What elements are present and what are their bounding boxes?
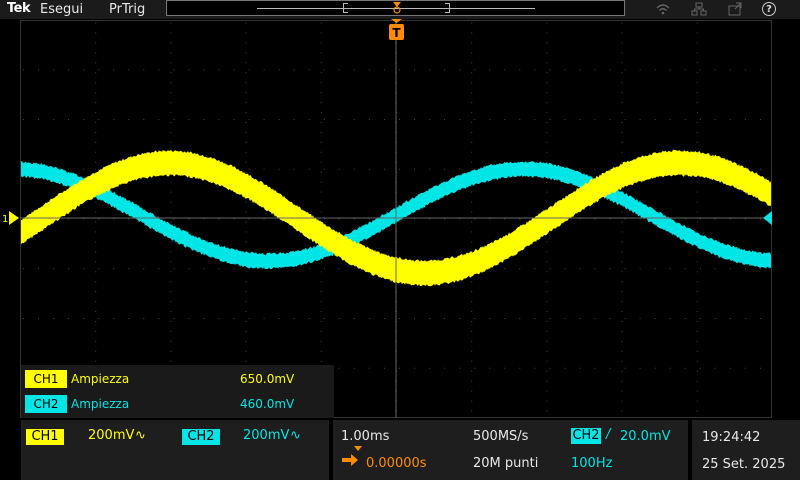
measurement-name: Ampiezza bbox=[71, 372, 130, 386]
measurement-value: 460.0mV bbox=[240, 397, 295, 411]
delay-marker-icon bbox=[354, 446, 362, 451]
horizontal-trigger-panel[interactable]: 1.00ms 0.00000s 500MS/s 20M punti CH2 / … bbox=[333, 420, 688, 480]
record-length: 20M punti bbox=[473, 456, 539, 471]
clock-date: 25 Set. 2025 bbox=[702, 457, 786, 472]
clock-panel: 19:24:42 25 Set. 2025 bbox=[692, 420, 800, 480]
ch1-ground-marker bbox=[9, 211, 19, 225]
ch1-scale: 200mV bbox=[88, 428, 135, 443]
measurement-value: 650.0mV bbox=[240, 372, 295, 386]
timebase-scale[interactable]: 1.00ms bbox=[341, 429, 389, 444]
trigger-marker-label: T bbox=[392, 26, 401, 40]
ch2-scale: 200mV bbox=[243, 428, 290, 443]
horizontal-position-arrow-icon bbox=[342, 454, 358, 466]
ch2-label: CH2 bbox=[182, 429, 220, 445]
trigger-frequency: 100Hz bbox=[571, 456, 613, 471]
rising-slope-icon: / bbox=[606, 427, 611, 442]
ch2-ground-marker bbox=[763, 211, 772, 225]
trigger-source[interactable]: CH2 bbox=[571, 428, 601, 444]
trigger-level[interactable]: 20.0mV bbox=[620, 429, 671, 444]
horizontal-position[interactable]: 0.00000s bbox=[366, 456, 427, 471]
ch1-label: CH1 bbox=[26, 429, 64, 445]
ac-coupling-icon: ∿ bbox=[290, 428, 301, 443]
measurement-row[interactable]: CH1 Ampiezza 650.0mV bbox=[25, 370, 330, 388]
measurement-channel-tag: CH2 bbox=[25, 395, 67, 413]
clock-time: 19:24:42 bbox=[702, 430, 761, 445]
ac-coupling-icon: ∿ bbox=[135, 428, 146, 443]
measurement-name: Ampiezza bbox=[71, 397, 130, 411]
trigger-position-icon[interactable]: T bbox=[388, 19, 405, 41]
ch1-marker-label: 1 bbox=[2, 214, 8, 225]
measurement-channel-tag: CH1 bbox=[25, 370, 67, 388]
sample-rate: 500MS/s bbox=[473, 429, 529, 444]
bottom-settings-bar: CH1 200mV ∿ CH2 200mV ∿ 1.00ms 0.00000s … bbox=[0, 420, 800, 480]
measurement-row[interactable]: CH2 Ampiezza 460.0mV bbox=[25, 395, 330, 413]
measurement-panel[interactable]: CH1 Ampiezza 650.0mV CH2 Ampiezza 460.0m… bbox=[21, 365, 334, 418]
vertical-settings-panel: CH1 200mV ∿ CH2 200mV ∿ bbox=[21, 420, 329, 480]
